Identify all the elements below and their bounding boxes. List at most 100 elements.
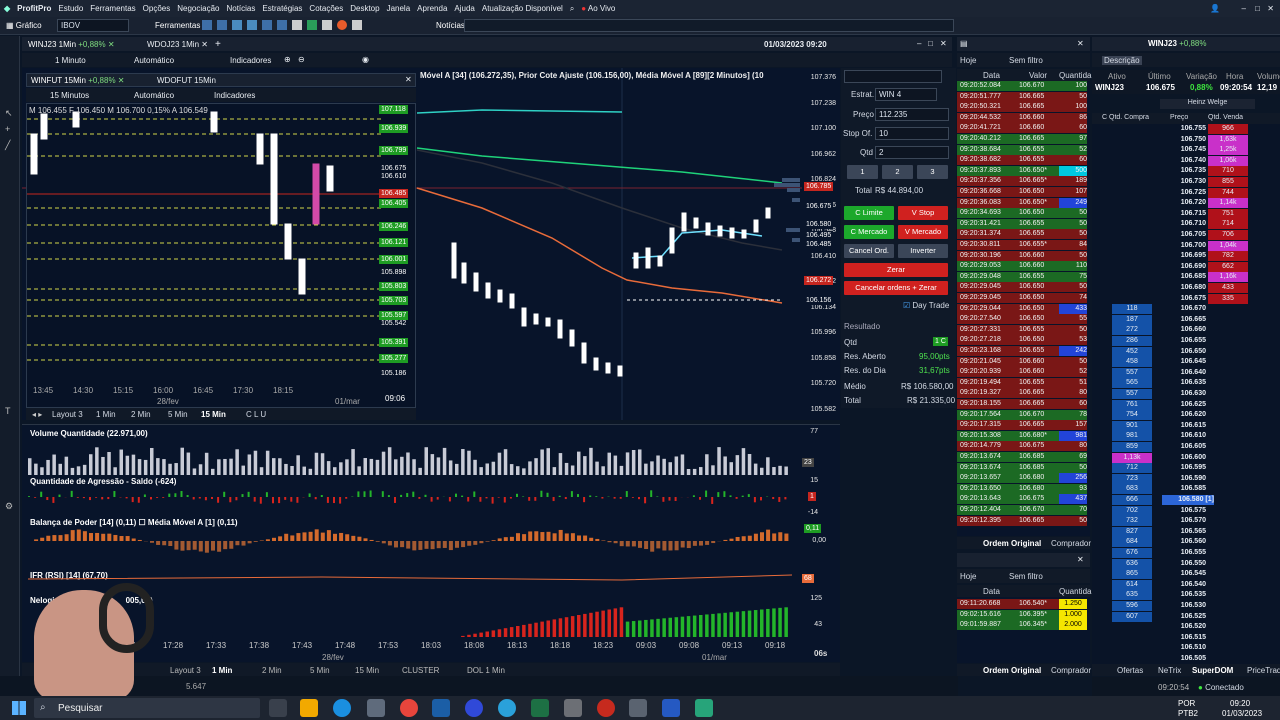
dom-ask-row[interactable]: 106.735 710	[1092, 166, 1257, 177]
menu-estudo[interactable]: Estudo	[58, 4, 83, 13]
orders-filter-select[interactable]: Sem filtro	[1009, 572, 1043, 581]
dom-bid-row[interactable]: 106.505	[1092, 654, 1257, 664]
dom-bid-row[interactable]: 859 106.605	[1092, 442, 1257, 453]
invert-button[interactable]: Inverter	[898, 244, 948, 258]
avatar[interactable]: 👤	[1210, 4, 1220, 13]
dom-bid-row[interactable]: 557 106.640	[1092, 367, 1257, 379]
tt-row[interactable]: 09:20:18.155 106.665 60	[957, 399, 1087, 409]
dom-bid-row[interactable]: 1,13k 106.600	[1092, 452, 1257, 464]
tt-row[interactable]: 09:20:17.315 106.665 157	[957, 420, 1087, 431]
dom-ask-row[interactable]: 106.720 1,14k	[1092, 198, 1257, 209]
tab-5min[interactable]: 5 Min	[310, 666, 330, 675]
sub-interval-select[interactable]: 15 Minutos	[50, 91, 89, 100]
language[interactable]: POR	[1178, 699, 1195, 708]
menu-update[interactable]: Atualização Disponível	[482, 4, 563, 13]
dom-bid-row[interactable]: 118 106.670	[1092, 304, 1257, 315]
tab-wdofut[interactable]: WDOFUT 15Min	[157, 76, 216, 85]
interval-select[interactable]: 1 Minuto	[55, 56, 86, 65]
cursor-icon[interactable]: ↖	[5, 108, 15, 118]
dom-bid-row[interactable]: 712 106.595	[1092, 463, 1257, 474]
dom-ask-row[interactable]: 106.680 433	[1092, 283, 1257, 294]
edge-icon[interactable]	[333, 699, 351, 717]
dom-tab-superdom[interactable]: SuperDOM	[1192, 666, 1233, 675]
tt-row[interactable]: 09:20:30.196 106.660 50	[957, 250, 1087, 261]
stop-input[interactable]: 10	[875, 127, 949, 140]
tt-row[interactable]: 09:20:31.374 106.655 50	[957, 229, 1087, 240]
close-chart-icon[interactable]: ✕	[940, 39, 947, 48]
price-axis[interactable]: 107.376107.238107.100106.962106.824106.6…	[804, 68, 840, 420]
taskbar-search[interactable]: ⌕ Pesquisar	[34, 698, 260, 718]
dom-bid-row[interactable]: 901 106.615	[1092, 420, 1257, 432]
order-row[interactable]: 09:11:20.668 106.540* 1.250	[957, 599, 1087, 609]
dom-bid-row[interactable]: 557 106.630	[1092, 389, 1257, 400]
dom-bid-row[interactable]: 614 106.540	[1092, 579, 1257, 591]
dom-bid-row[interactable]: 452 106.650	[1092, 346, 1257, 358]
tt-close-icon[interactable]: ✕	[1077, 39, 1084, 48]
sub-chart[interactable]: M 106.455 F 106.450 M 106.700 0,15% A 10…	[26, 103, 416, 408]
dom-col-sell[interactable]: Qtd. Venda	[1208, 114, 1243, 121]
tt-row[interactable]: 09:20:29.045 106.650 74	[957, 293, 1087, 303]
tt-row[interactable]: 09:20:17.564 106.670 78	[957, 409, 1087, 420]
menu-ferramentas[interactable]: Ferramentas	[90, 4, 135, 13]
zoom-icon[interactable]	[465, 699, 483, 717]
tt-row[interactable]: 09:20:27.218 106.650 53	[957, 335, 1087, 346]
dom-bid-row[interactable]: 607 106.525	[1092, 611, 1257, 623]
task-view-icon[interactable]	[269, 699, 287, 717]
menu-negociacao[interactable]: Negociação	[177, 4, 219, 13]
sub-tab-1min[interactable]: 1 Min	[96, 410, 116, 419]
chart-button[interactable]: ▦ Gráfico	[6, 19, 42, 32]
tt-row[interactable]: 09:20:12.404 106.670 70	[957, 505, 1087, 515]
tt-row[interactable]: 09:20:37.356 106.665* 189	[957, 176, 1087, 187]
mode-select[interactable]: Automático	[134, 56, 174, 65]
menu-cotacoes[interactable]: Cotações	[309, 4, 343, 13]
orders-tab-buyer[interactable]: Comprador	[1051, 666, 1091, 675]
strategy-select[interactable]: WIN 4	[875, 88, 937, 101]
maximize-icon[interactable]: □	[1255, 4, 1260, 13]
orders-tab-original[interactable]: Ordem Original	[983, 666, 1041, 675]
sub-indicators-button[interactable]: Indicadores	[214, 91, 255, 100]
tt-col-value[interactable]: Valor	[1029, 71, 1047, 80]
winrar-icon[interactable]	[597, 699, 615, 717]
dom-ask-row[interactable]: 106.715 751	[1092, 208, 1257, 220]
dom-bid-row[interactable]: 596 106.530	[1092, 601, 1257, 612]
dom-ask-row[interactable]: 106.740 1,06k	[1092, 155, 1257, 167]
sub-tab-15min[interactable]: 15 Min	[201, 410, 226, 419]
sub-nav-icon[interactable]: ◂ ▸	[32, 410, 42, 419]
orders-list[interactable]: 09:11:20.668 106.540* 1.250 09:02:15.616 106…	[957, 597, 1090, 663]
dom-bid-row[interactable]: 666 106.580 [1]	[1092, 495, 1257, 506]
indicators-button[interactable]: Indicadores	[230, 56, 271, 65]
dom-ask-row[interactable]: 106.685 1,16k	[1092, 272, 1257, 283]
dom-bid-row[interactable]: 732 106.570	[1092, 516, 1257, 527]
dom-ask-row[interactable]: 106.745 1,25k	[1092, 145, 1257, 156]
dom-tab-ofertas[interactable]: Ofertas	[1117, 666, 1143, 675]
dom-bid-row[interactable]: 981 106.610	[1092, 431, 1257, 442]
clock-time[interactable]: 09:20	[1230, 699, 1250, 708]
text-tool-icon[interactable]: T	[5, 406, 11, 416]
dom-ask-row[interactable]: 106.690 662	[1092, 261, 1257, 273]
obs-icon[interactable]	[695, 699, 713, 717]
dom-ask-row[interactable]: 106.700 1,04k	[1092, 240, 1257, 252]
tt-row[interactable]: 09:20:50.321 106.665 100	[957, 102, 1087, 113]
tt-row[interactable]: 09:20:13.657 106.680 256	[957, 473, 1087, 484]
sub-mode-select[interactable]: Automático	[134, 91, 174, 100]
dom-ask-row[interactable]: 106.705 706	[1092, 230, 1257, 241]
toolbar-icon-2[interactable]	[217, 20, 227, 30]
tab-layout3[interactable]: Layout 3	[170, 666, 201, 675]
menu-desktop[interactable]: Desktop	[350, 4, 379, 13]
dom-bid-row[interactable]: 865 106.545	[1092, 569, 1257, 580]
dom-bid-row[interactable]: 702 106.575	[1092, 505, 1257, 517]
dom-bid-row[interactable]: 106.515	[1092, 633, 1257, 644]
toolbar-icon-6[interactable]	[277, 20, 287, 30]
menu-opcoes[interactable]: Opções	[143, 4, 171, 13]
zoom-out-icon[interactable]: ⊖	[298, 55, 305, 64]
buy-limit-button[interactable]: C Limite	[844, 206, 894, 220]
toolbar-icon-7[interactable]	[292, 20, 302, 30]
minimize-icon[interactable]: –	[1242, 4, 1246, 13]
orders-today-select[interactable]: Hoje	[960, 572, 976, 581]
menu-ajuda[interactable]: Ajuda	[454, 4, 474, 13]
order-row[interactable]: 09:02:15.616 106.395* 1.000	[957, 609, 1087, 620]
dom-bid-row[interactable]: 754 106.620	[1092, 410, 1257, 421]
tt-row[interactable]: 09:20:19.494 106.655 51	[957, 377, 1087, 388]
tt-row[interactable]: 09:20:41.721 106.660 60	[957, 123, 1087, 134]
dom-col-price[interactable]: Preço	[1170, 114, 1188, 121]
